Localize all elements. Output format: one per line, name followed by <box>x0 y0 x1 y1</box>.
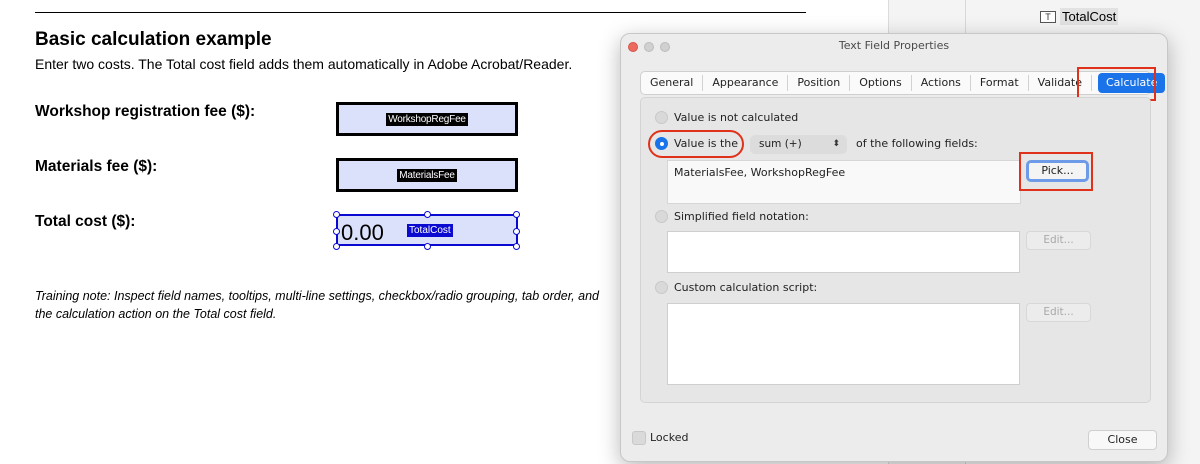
tab-general[interactable]: General <box>641 75 704 91</box>
workshop-fee-field-name: WorkshopRegFee <box>386 112 468 126</box>
custom-edit-button[interactable]: Edit... <box>1026 303 1091 322</box>
materials-fee-field[interactable]: MaterialsFee <box>336 158 518 192</box>
text-field-properties-dialog: Text Field Properties General Appearance… <box>620 33 1168 462</box>
simplified-notation-label: Simplified field notation: <box>674 210 809 223</box>
resize-handle-top[interactable] <box>424 211 431 218</box>
training-note: Training note: Inspect field names, tool… <box>35 289 599 321</box>
operation-select-value: sum (+) <box>759 138 802 150</box>
tab-bar: General Appearance Position Options Acti… <box>640 71 1166 95</box>
value-is-the-label: Value is the <box>674 137 739 150</box>
custom-script-textarea[interactable] <box>667 303 1020 385</box>
resize-handle-bottom-left[interactable] <box>333 243 340 250</box>
workshop-fee-label: Workshop registration fee ($): <box>35 103 256 120</box>
total-cost-field[interactable]: 0.00 TotalCost <box>333 211 520 250</box>
of-following-fields-label: of the following fields: <box>856 137 978 150</box>
radio-not-calculated[interactable] <box>655 111 668 124</box>
dialog-titlebar[interactable]: Text Field Properties <box>621 34 1167 60</box>
tab-actions[interactable]: Actions <box>912 75 971 91</box>
resize-handle-right[interactable] <box>513 228 520 235</box>
tab-format[interactable]: Format <box>971 75 1029 91</box>
calculation-fields-text: MaterialsFee, WorkshopRegFee <box>674 166 846 179</box>
chevron-updown-icon: ⬍ <box>832 139 840 149</box>
resize-handle-top-right[interactable] <box>513 211 520 218</box>
resize-handle-bottom[interactable] <box>424 243 431 250</box>
materials-fee-label: Materials fee ($): <box>35 158 158 175</box>
total-cost-field-name: TotalCost <box>407 224 453 237</box>
custom-script-label: Custom calculation script: <box>674 281 818 294</box>
calculate-panel: Value is not calculated Value is the sum… <box>640 97 1151 403</box>
text-field-icon: T <box>1040 10 1056 23</box>
tab-appearance[interactable]: Appearance <box>703 75 789 91</box>
tab-options[interactable]: Options <box>850 75 912 91</box>
document-title: Basic calculation example <box>35 29 272 50</box>
resize-handle-left[interactable] <box>333 228 340 235</box>
top-rule <box>35 12 806 13</box>
operation-select[interactable]: sum (+) ⬍ <box>750 135 847 154</box>
tree-item-totalcost[interactable]: T TotalCost <box>1040 8 1119 25</box>
total-cost-label: Total cost ($): <box>35 213 136 230</box>
calculation-fields-list: MaterialsFee, WorkshopRegFee <box>667 160 1021 204</box>
workshop-fee-field[interactable]: WorkshopRegFee <box>336 102 518 136</box>
close-button[interactable]: Close <box>1088 430 1157 450</box>
tab-calculate[interactable]: Calculate <box>1098 73 1166 93</box>
tab-validate[interactable]: Validate <box>1029 75 1092 91</box>
simplified-edit-button[interactable]: Edit... <box>1026 231 1091 250</box>
total-cost-value: 0.00 <box>341 220 384 245</box>
resize-handle-top-left[interactable] <box>333 211 340 218</box>
radio-simplified-notation[interactable] <box>655 210 668 223</box>
simplified-notation-textarea[interactable] <box>667 231 1020 273</box>
radio-value-is-the[interactable] <box>655 137 668 150</box>
locked-label: Locked <box>650 431 689 444</box>
dialog-title: Text Field Properties <box>838 39 950 52</box>
materials-fee-field-name: MaterialsFee <box>397 168 457 182</box>
radio-custom-script[interactable] <box>655 281 668 294</box>
locked-checkbox[interactable] <box>632 431 646 445</box>
tab-position[interactable]: Position <box>788 75 851 91</box>
resize-handle-bottom-right[interactable] <box>513 243 520 250</box>
pick-button[interactable]: Pick... <box>1026 160 1089 182</box>
tree-item-label: TotalCost <box>1060 8 1119 25</box>
document-subtitle: Enter two costs. The Total cost field ad… <box>35 56 573 72</box>
not-calculated-label: Value is not calculated <box>674 111 799 124</box>
